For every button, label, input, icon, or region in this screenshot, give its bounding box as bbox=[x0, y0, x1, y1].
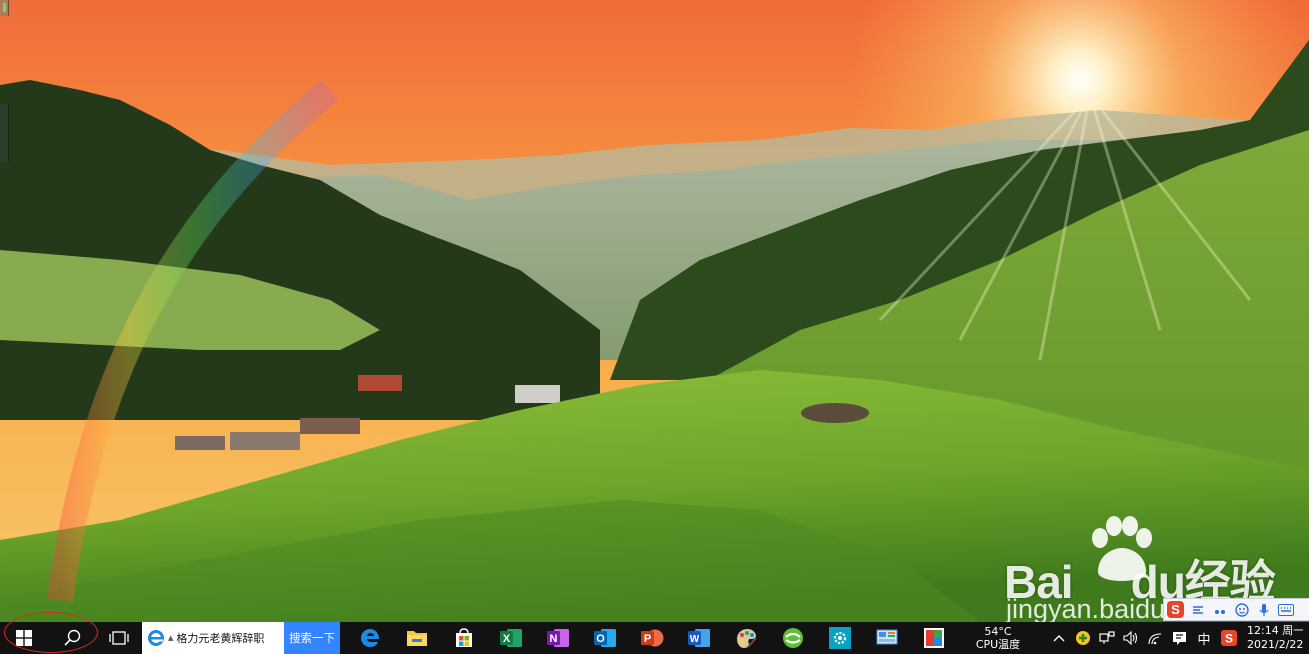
baidu-search-query: 格力元老黄辉辞职 bbox=[176, 632, 265, 645]
onenote-icon[interactable]: N bbox=[534, 622, 581, 654]
taskbar: ▲ 格力元老黄辉辞职 搜索一下 X N O P W 54°C CPU温度 中 S… bbox=[0, 622, 1309, 654]
svg-text:O: O bbox=[596, 633, 605, 645]
store-icon[interactable] bbox=[440, 622, 487, 654]
excel-icon[interactable]: X bbox=[487, 622, 534, 654]
edge-icon[interactable] bbox=[346, 622, 393, 654]
microphone-icon[interactable] bbox=[1255, 601, 1272, 618]
emoji-icon[interactable] bbox=[1233, 601, 1250, 618]
baidu-search-box: ▲ 格力元老黄辉辞职 搜索一下 bbox=[142, 622, 340, 654]
security-shield-icon[interactable] bbox=[1071, 622, 1095, 654]
settings-icon[interactable] bbox=[816, 622, 863, 654]
search-button[interactable] bbox=[48, 622, 96, 654]
word-icon[interactable]: W bbox=[675, 622, 722, 654]
task-view-icon bbox=[109, 631, 129, 645]
windows-logo-icon bbox=[16, 630, 32, 646]
svg-text:X: X bbox=[502, 633, 510, 645]
taskbar-clock[interactable]: 12:14 周一 2021/2/22 bbox=[1241, 622, 1303, 654]
keyboard-icon[interactable] bbox=[1277, 601, 1294, 618]
sogou-ime-logo-icon[interactable]: S bbox=[1167, 601, 1184, 618]
svg-text:W: W bbox=[689, 634, 699, 645]
wifi-icon[interactable] bbox=[1143, 622, 1167, 654]
task-view-button[interactable] bbox=[96, 622, 142, 654]
ime-toolbar[interactable]: S bbox=[1163, 598, 1309, 621]
volume-icon[interactable] bbox=[1119, 622, 1143, 654]
baidu-paw-icon bbox=[1092, 516, 1152, 581]
ie-icon bbox=[148, 630, 164, 646]
svg-text:P: P bbox=[643, 633, 650, 645]
ime-mode-icon[interactable] bbox=[1189, 601, 1206, 618]
search-icon bbox=[64, 629, 81, 646]
dropdown-triangle-icon[interactable]: ▲ bbox=[168, 634, 173, 642]
network-icon[interactable] bbox=[1095, 622, 1119, 654]
clock-time: 12:14 周一 bbox=[1247, 624, 1303, 637]
input-language-indicator[interactable]: 中 bbox=[1191, 629, 1217, 648]
sidebar-gadget-indicator[interactable] bbox=[0, 0, 9, 16]
sogou-ime-tray-icon[interactable]: S bbox=[1217, 622, 1241, 654]
paint-icon[interactable] bbox=[722, 622, 769, 654]
cpu-temperature-label: CPU温度 bbox=[975, 638, 1021, 651]
pinned-apps: X N O P W bbox=[346, 622, 957, 654]
outlook-icon[interactable]: O bbox=[581, 622, 628, 654]
system-tray: 中 S 12:14 周一 2021/2/22 bbox=[1047, 622, 1303, 654]
photos-icon[interactable] bbox=[910, 622, 957, 654]
cpu-temperature-value: 54°C bbox=[984, 625, 1012, 638]
browser-360-icon[interactable] bbox=[769, 622, 816, 654]
action-center-icon[interactable] bbox=[1167, 622, 1191, 654]
punctuation-icon[interactable] bbox=[1211, 601, 1228, 618]
show-hidden-icons-chevron-icon[interactable] bbox=[1047, 622, 1071, 654]
svg-text:N: N bbox=[549, 633, 557, 645]
clock-date: 2021/2/22 bbox=[1247, 638, 1303, 651]
start-button[interactable] bbox=[0, 622, 48, 654]
control-panel-icon[interactable] bbox=[863, 622, 910, 654]
sidebar-gadget-panel[interactable] bbox=[0, 104, 9, 162]
file-explorer-icon[interactable] bbox=[393, 622, 440, 654]
baidu-search-submit-button[interactable]: 搜索一下 bbox=[284, 622, 340, 654]
baidu-search-input[interactable]: ▲ 格力元老黄辉辞职 bbox=[142, 622, 284, 654]
powerpoint-icon[interactable]: P bbox=[628, 622, 675, 654]
cpu-temperature-widget[interactable]: 54°C CPU温度 bbox=[963, 622, 1033, 654]
svg-text:S: S bbox=[1225, 632, 1233, 646]
